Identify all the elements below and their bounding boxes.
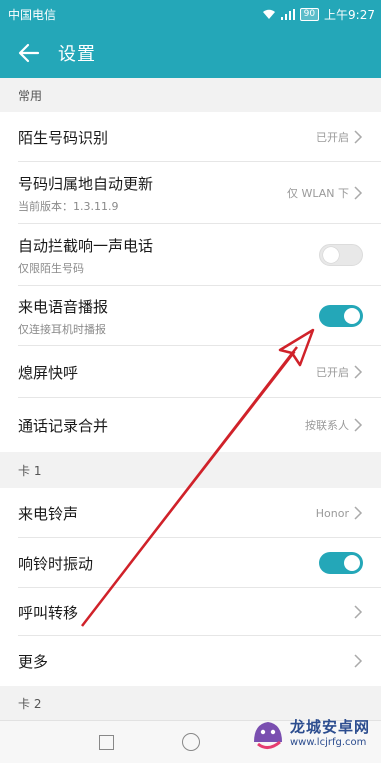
toggle-knob <box>323 247 339 263</box>
voice-announce-toggle[interactable] <box>319 305 363 327</box>
watermark-url: www.lcjrfg.com <box>290 737 367 748</box>
row-screen-off-call[interactable]: 熄屏快呼 已开启 <box>0 346 381 398</box>
row-ringtone[interactable]: 来电铃声 Honor <box>0 488 381 538</box>
row-title: 自动拦截响一声电话 <box>18 236 154 255</box>
status-icons: 90 上午9:27 <box>262 6 375 23</box>
row-voice-announce[interactable]: 来电语音播报 仅连接耳机时播报 <box>0 286 381 346</box>
row-title: 熄屏快呼 <box>18 363 79 382</box>
row-value-group: 仅 WLAN 下 <box>287 185 363 201</box>
row-value: 已开启 <box>316 366 349 379</box>
toggle-knob <box>344 555 360 571</box>
row-title: 通话记录合并 <box>18 416 109 435</box>
page-title: 设置 <box>58 44 96 65</box>
row-subtitle: 当前版本：1.3.11.9 <box>18 199 119 213</box>
row-text: 响铃时振动 <box>18 553 93 574</box>
clock: 上午9:27 <box>324 7 375 22</box>
row-unknown-number-id[interactable]: 陌生号码识别 已开启 <box>0 112 381 162</box>
row-text: 陌生号码识别 <box>18 127 108 148</box>
row-text: 呼叫转移 <box>18 602 78 623</box>
wifi-icon <box>262 9 275 19</box>
row-text: 号码归属地自动更新 当前版本：1.3.11.9 <box>18 173 153 214</box>
row-text: 熄屏快呼 <box>18 362 78 383</box>
watermark-text: 龙城安卓网 www.lcjrfg.com <box>290 716 370 748</box>
row-value: 按联系人 <box>305 419 349 432</box>
android-logo-icon <box>254 722 282 749</box>
chevron-right-icon <box>354 506 363 520</box>
row-title: 呼叫转移 <box>18 603 79 622</box>
row-text: 更多 <box>18 651 48 672</box>
watermark-title: 龙城安卓网 <box>290 718 371 736</box>
row-more[interactable]: 更多 <box>0 636 381 686</box>
signal-icon <box>280 8 295 20</box>
row-text: 通话记录合并 <box>18 415 108 436</box>
watermark: 龙城安卓网 www.lcjrfg.com <box>250 706 378 758</box>
app-bar: 设置 <box>0 28 381 78</box>
chevron-right-icon <box>354 130 363 144</box>
vibrate-toggle[interactable] <box>319 552 363 574</box>
row-value-group: 已开启 <box>316 364 363 380</box>
row-value-group: Honor <box>316 506 363 520</box>
chevron-right-icon <box>354 605 363 619</box>
row-value: 已开启 <box>316 131 349 144</box>
row-title: 陌生号码识别 <box>18 128 109 147</box>
row-text: 来电语音播报 仅连接耳机时播报 <box>18 296 108 337</box>
row-title: 来电铃声 <box>18 504 79 523</box>
row-vibrate[interactable]: 响铃时振动 <box>0 538 381 588</box>
row-text: 自动拦截响一声电话 仅限陌生号码 <box>18 235 153 276</box>
row-merge-logs[interactable]: 通话记录合并 按联系人 <box>0 398 381 452</box>
row-text: 来电铃声 <box>18 503 78 524</box>
row-title: 号码归属地自动更新 <box>18 174 154 193</box>
back-arrow-icon[interactable] <box>18 42 40 64</box>
row-title: 响铃时振动 <box>18 554 94 573</box>
row-location-update[interactable]: 号码归属地自动更新 当前版本：1.3.11.9 仅 WLAN 下 <box>0 162 381 224</box>
chevron-right-icon <box>354 654 363 668</box>
chevron-right-icon <box>354 365 363 379</box>
row-value-group: 已开启 <box>316 129 363 145</box>
carrier-label: 中国电信 <box>8 7 57 22</box>
row-title: 更多 <box>18 652 49 671</box>
row-title: 来电语音播报 <box>18 297 109 316</box>
chevron-right-icon <box>354 418 363 432</box>
row-auto-block[interactable]: 自动拦截响一声电话 仅限陌生号码 <box>0 224 381 286</box>
row-value: Honor <box>315 506 349 520</box>
battery-indicator: 90 <box>299 7 320 21</box>
recent-apps-icon[interactable] <box>99 735 114 750</box>
section-header-card1: 卡 1 <box>0 452 381 488</box>
row-value-group: 按联系人 <box>305 417 363 433</box>
status-bar: 中国电信 90 上午9:27 <box>0 0 381 28</box>
section-header-common: 常用 <box>0 78 381 112</box>
toggle-knob <box>344 308 360 324</box>
row-value: 仅 WLAN 下 <box>286 187 349 200</box>
row-subtitle: 仅连接耳机时播报 <box>18 322 106 336</box>
chevron-right-icon <box>354 186 363 200</box>
row-subtitle: 仅限陌生号码 <box>18 261 84 275</box>
home-icon[interactable] <box>182 733 200 751</box>
row-call-forward[interactable]: 呼叫转移 <box>0 588 381 636</box>
auto-block-toggle[interactable] <box>319 244 363 266</box>
